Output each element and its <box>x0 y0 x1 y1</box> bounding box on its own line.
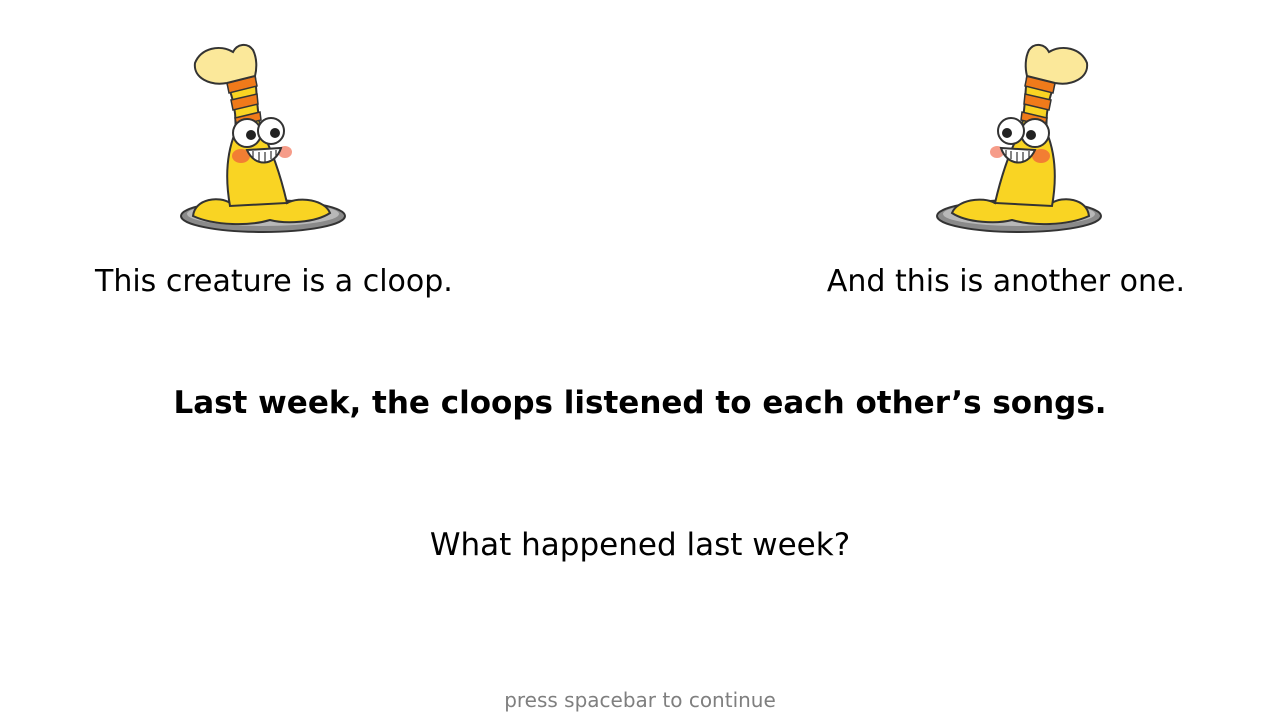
slide: This creature is a cloop. And this is an… <box>0 0 1280 720</box>
right-caption: And this is another one. <box>826 264 1185 299</box>
cloop-creature-icon <box>927 38 1107 238</box>
left-caption: This creature is a cloop. <box>95 264 453 299</box>
cloop-creature-icon <box>175 38 355 238</box>
question-text: What happened last week? <box>429 527 851 563</box>
statement-text: Last week, the cloops listened to each o… <box>173 385 1107 421</box>
continue-hint: press spacebar to continue <box>504 688 776 712</box>
